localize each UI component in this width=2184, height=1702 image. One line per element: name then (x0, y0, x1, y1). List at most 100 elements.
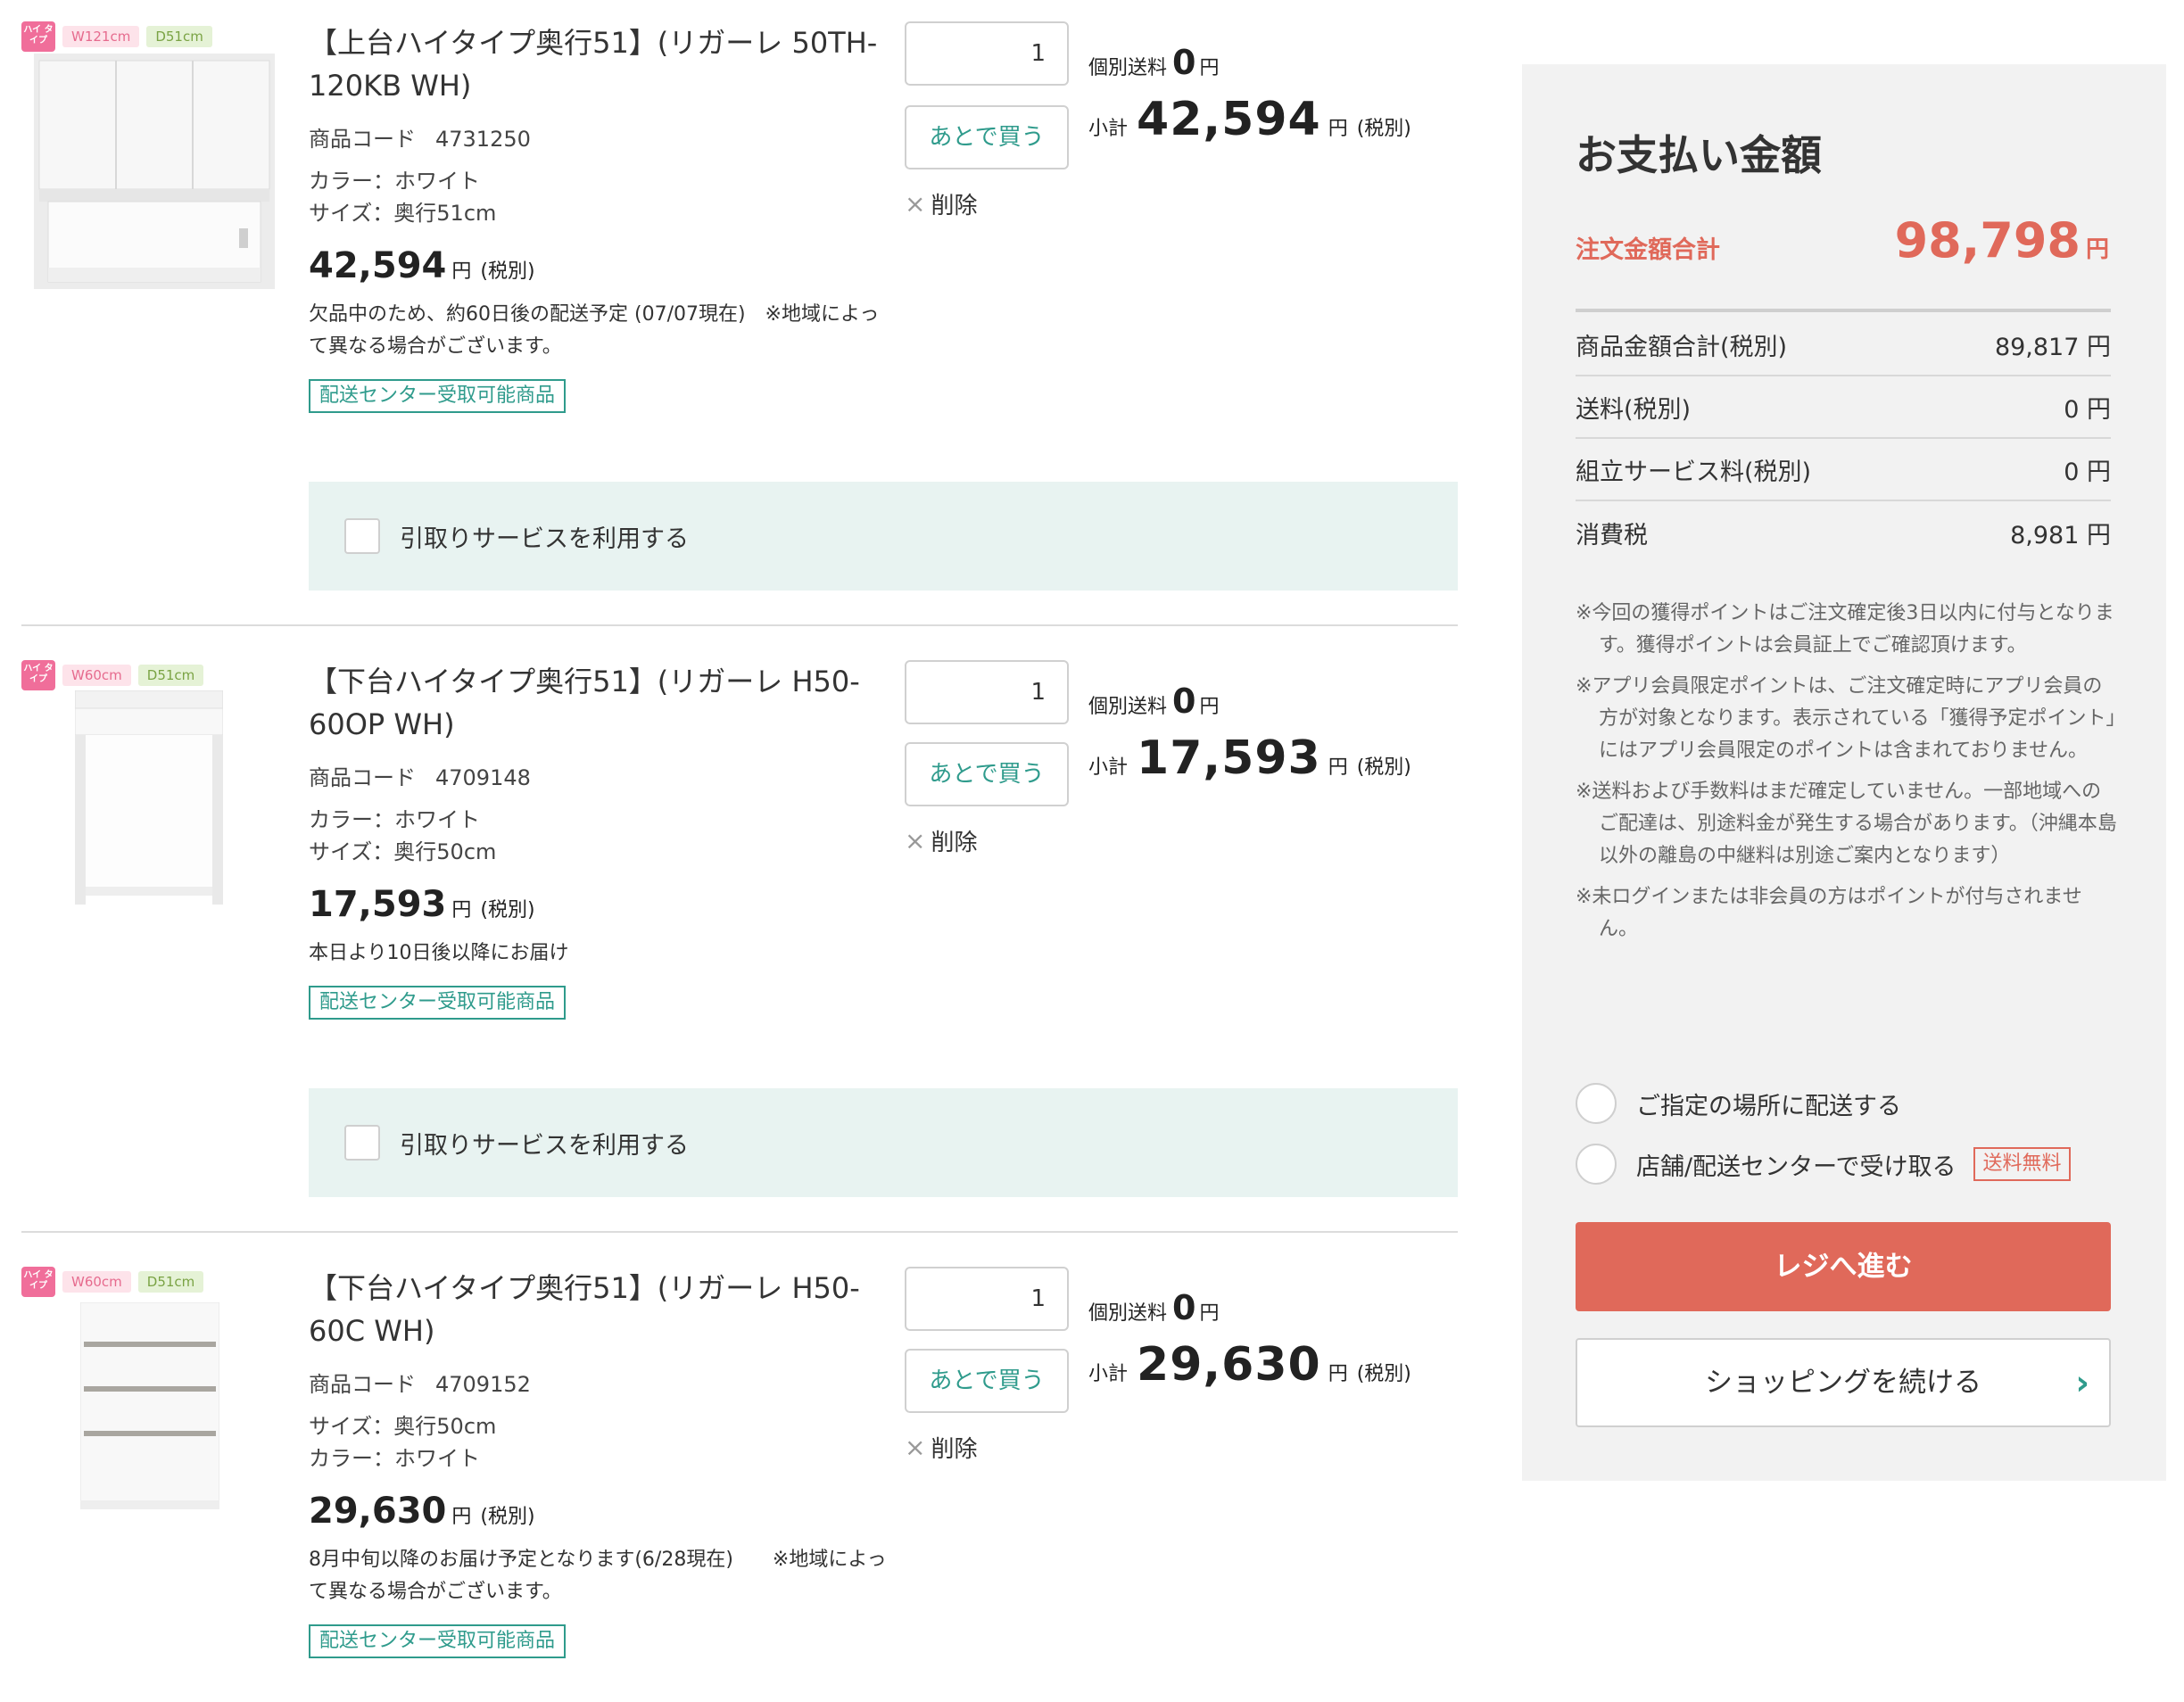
type-badge: ハイ タイプ (21, 21, 55, 52)
quantity-input[interactable]: 1 (905, 660, 1069, 724)
quantity-input[interactable]: 1 (905, 1267, 1069, 1331)
subtotal-yen: 円 (1328, 756, 1348, 779)
price-tax: (税別) (480, 1506, 535, 1528)
summary-note: ※送料および手数料はまだ確定していません。一部地域へのご配達は、別途料金が発生す… (1576, 781, 2117, 867)
subtotal: 小計 29,630 円 (税別) (1088, 1338, 1411, 1392)
shipping-fee-value: 0 (1172, 1288, 1196, 1327)
shipping-fee: 個別送料 0 円 (1088, 1288, 1219, 1327)
cabinet-open-image (75, 690, 223, 905)
product-code-label: 商品コード (309, 1372, 416, 1397)
product-spec: サイズ：奥行50cm (309, 1414, 497, 1439)
delivery-note: 欠品中のため、約60日後の配送予定 (07/07現在) ※地域によって異なる場合… (309, 303, 880, 358)
product-info: 【下台ハイタイプ奥行51】(リガーレ H50-60OP WH) 商品コード 470… (309, 660, 898, 1020)
close-icon: × (905, 189, 926, 219)
product-name[interactable]: 【下台ハイタイプ奥行51】(リガーレ H50-60C WH) (309, 1267, 898, 1352)
shipping-fee-value: 0 (1172, 682, 1196, 721)
summary-divider (1576, 309, 2111, 312)
product-tags: ハイ タイプ W60cm D51cm (21, 1267, 204, 1297)
delete-button[interactable]: × 削除 (905, 824, 977, 857)
product-name[interactable]: 【下台ハイタイプ奥行51】(リガーレ H50-60OP WH) (309, 660, 898, 746)
summary-row-subtotal: 商品金額合計(税別) 89,817 円 (1576, 314, 2111, 376)
subtotal-label: 小計 (1088, 118, 1129, 140)
product-image[interactable]: ハイ タイプ W121cm D51cm (21, 21, 275, 289)
cabinet-upper-image (34, 54, 275, 289)
store-pickup-radio[interactable] (1576, 1144, 1617, 1185)
product-code-label: 商品コード (309, 127, 416, 152)
summary-title: お支払い金額 (1576, 131, 1822, 179)
delete-button[interactable]: × 削除 (905, 187, 977, 220)
subtotal-value: 42,594 (1137, 93, 1321, 146)
product-code: 商品コード 4731250 (309, 121, 898, 153)
subtotal: 小計 42,594 円 (税別) (1088, 93, 1411, 146)
product-code-value: 4709152 (435, 1372, 531, 1397)
product-tags: ハイ タイプ W121cm D51cm (21, 21, 212, 52)
shipping-fee-yen: 円 (1199, 1302, 1220, 1325)
close-icon: × (905, 826, 926, 855)
depth-badge: D51cm (137, 1271, 204, 1293)
summary-row-tax: 消費税 8,981 円 (1576, 501, 2111, 564)
summary-row-value: 8,981 円 (2010, 521, 2111, 549)
subtotal-value: 29,630 (1137, 1338, 1321, 1392)
width-badge: W60cm (62, 665, 131, 686)
save-for-later-button[interactable]: あとで買う (905, 742, 1069, 806)
subtotal-value: 17,593 (1137, 731, 1321, 785)
delivery-option-label: ご指定の場所に配送する (1636, 1092, 1901, 1120)
pickup-available-tag: 配送センター受取可能商品 (309, 379, 567, 413)
type-badge: ハイ タイプ (21, 660, 55, 690)
store-pickup-option[interactable]: 店舗/配送センターで受け取る 送料無料 (1576, 1144, 2071, 1185)
product-code: 商品コード 4709148 (309, 760, 898, 791)
order-total-yen: 円 (2085, 236, 2109, 263)
price-value: 42,594 (309, 245, 447, 286)
continue-shopping-button[interactable]: ショッピングを続ける › (1576, 1338, 2111, 1427)
product-name[interactable]: 【上台ハイタイプ奥行51】(リガーレ 50TH-120KB WH) (309, 21, 898, 107)
pickup-service-checkbox[interactable] (344, 1125, 380, 1161)
save-for-later-button[interactable]: あとで買う (905, 105, 1069, 169)
product-price: 29,630 円 (税別) (309, 1491, 898, 1532)
product-info: 【上台ハイタイプ奥行51】(リガーレ 50TH-120KB WH) 商品コード 4… (309, 21, 898, 413)
pickup-service-option[interactable]: 引取りサービスを利用する (309, 1088, 1458, 1197)
shipping-fee: 個別送料 0 円 (1088, 682, 1219, 721)
summary-row-shipping: 送料(税別) 0 円 (1576, 376, 2111, 439)
cart-item: ハイ タイプ W60cm D51cm 【下台ハイタイプ奥行51】(リガーレ H5… (21, 1267, 1458, 1702)
product-image[interactable]: ハイ タイプ W60cm D51cm (21, 1267, 227, 1516)
delete-label: 削除 (931, 830, 978, 856)
pickup-service-checkbox[interactable] (344, 518, 380, 554)
product-code-label: 商品コード (309, 765, 416, 790)
order-total: 98,798 円 (1895, 212, 2109, 269)
delivery-note: 本日より10日後以降にお届け (309, 942, 569, 964)
delete-label: 削除 (931, 1436, 978, 1463)
summary-notes: ※今回の獲得ポイントはご注文確定後3日以内に付与となります。獲得ポイントは会員証… (1576, 598, 2120, 954)
continue-shopping-label: ショッピングを続ける (1705, 1367, 1981, 1399)
delivery-option[interactable]: ご指定の場所に配送する (1576, 1083, 1901, 1124)
summary-row-label: 商品金額合計(税別) (1576, 333, 1788, 361)
price-yen: 円 (451, 260, 472, 283)
save-for-later-button[interactable]: あとで買う (905, 1349, 1069, 1413)
summary-row-label: 消費税 (1576, 521, 1648, 549)
subtotal-yen: 円 (1328, 1363, 1348, 1385)
product-code-value: 4731250 (435, 127, 531, 152)
subtotal-tax: (税別) (1356, 118, 1411, 140)
pickup-service-option[interactable]: 引取りサービスを利用する (309, 482, 1458, 591)
width-badge: W60cm (62, 1271, 131, 1293)
product-image[interactable]: ハイ タイプ W60cm D51cm (21, 660, 227, 910)
close-icon: × (905, 1433, 926, 1462)
width-badge: W121cm (62, 26, 140, 47)
subtotal-tax: (税別) (1356, 756, 1411, 779)
delivery-radio[interactable] (1576, 1083, 1617, 1124)
product-price: 17,593 円 (税別) (309, 884, 898, 925)
payment-summary: お支払い金額 注文金額合計 98,798 円 商品金額合計(税別) 89,817… (1522, 64, 2166, 1481)
price-yen: 円 (451, 899, 472, 921)
subtotal-yen: 円 (1328, 118, 1348, 140)
depth-badge: D51cm (146, 26, 212, 47)
price-value: 17,593 (309, 884, 447, 925)
cart-page: ハイ タイプ W121cm D51cm 【上台ハイタイプ奥行51】(リガーレ 5… (0, 0, 2184, 1702)
pickup-available-tag: 配送センター受取可能商品 (309, 1624, 567, 1658)
quantity-input[interactable]: 1 (905, 21, 1069, 86)
product-code: 商品コード 4709152 (309, 1367, 898, 1398)
checkout-button[interactable]: レジへ進む (1576, 1222, 2111, 1311)
summary-row-value: 89,817 円 (1994, 333, 2111, 361)
delete-button[interactable]: × 削除 (905, 1431, 977, 1464)
cabinet-drawers-image (80, 1302, 219, 1509)
subtotal: 小計 17,593 円 (税別) (1088, 731, 1411, 785)
product-code-value: 4709148 (435, 765, 531, 790)
